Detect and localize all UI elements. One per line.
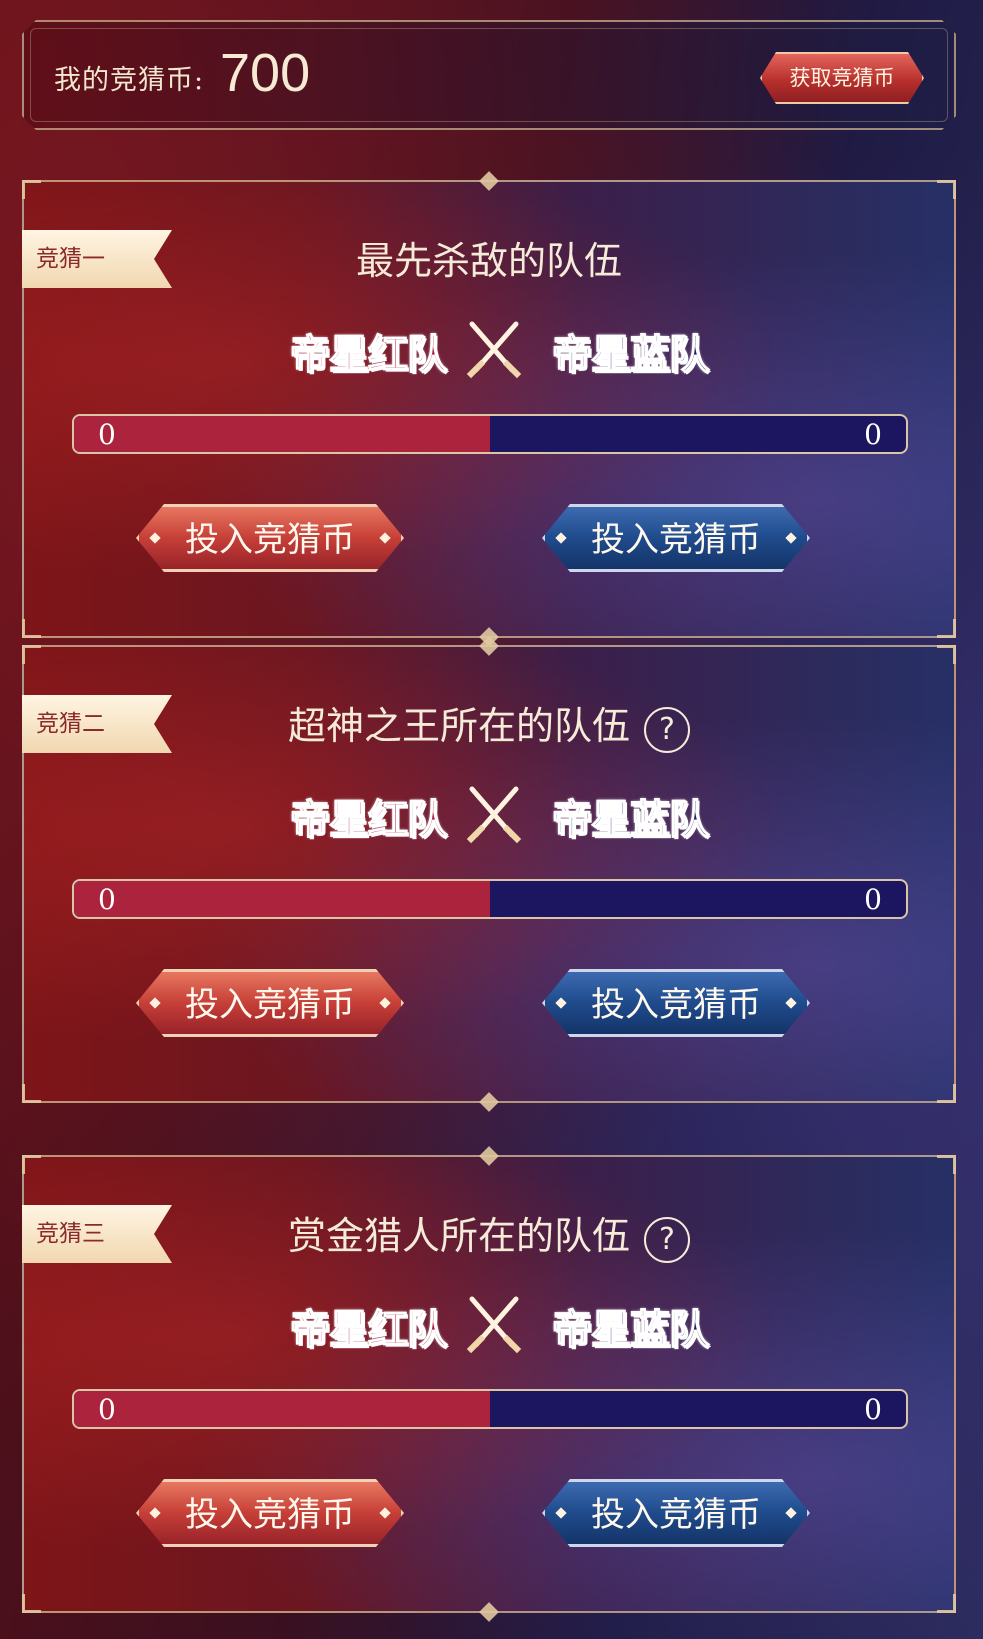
crossed-swords-icon: [466, 786, 522, 844]
corner-ornament: [22, 645, 41, 664]
quiz-card-3: 竞猜三 赏金猎人所在的队伍? 帝星红队 帝星蓝队 0 0 投入竞猜币 投入竞猜币: [22, 1155, 956, 1613]
bet-blue-button[interactable]: 投入竞猜币: [542, 504, 810, 572]
diamond-ornament: [149, 1507, 160, 1518]
bet-progress-bar: 0 0: [72, 1389, 908, 1429]
bet-red-button[interactable]: 投入竞猜币: [136, 969, 404, 1037]
corner-ornament: [22, 619, 41, 638]
diamond-ornament: [149, 532, 160, 543]
quiz-question: 赏金猎人所在的队伍?: [24, 1205, 954, 1263]
corner-ornament: [937, 180, 956, 199]
corner-ornament: [22, 1084, 41, 1103]
teams-row: 帝星红队 帝星蓝队: [24, 1296, 954, 1357]
blue-team-name: 帝星蓝队: [551, 1305, 710, 1354]
red-share-fill: [74, 416, 490, 452]
red-team-name: 帝星红队: [289, 1305, 448, 1354]
diamond-ornament: [785, 1507, 796, 1518]
red-bet-count: 0: [98, 1393, 116, 1426]
bet-red-label: 投入竞猜币: [185, 520, 355, 560]
diamond-ornament: [379, 1507, 390, 1518]
teams-row: 帝星红队 帝星蓝队: [24, 786, 954, 847]
coin-wallet-bar: 我的竞猜币: 700 获取竞猜币: [22, 20, 956, 130]
corner-ornament: [937, 1155, 956, 1174]
help-icon[interactable]: ?: [644, 706, 690, 753]
blue-team-name: 帝星蓝队: [551, 330, 710, 379]
blue-bet-count: 0: [864, 418, 882, 451]
bet-red-label: 投入竞猜币: [185, 1495, 355, 1535]
diamond-ornament: [785, 997, 796, 1008]
diamond-ornament: [555, 532, 566, 543]
bet-red-button[interactable]: 投入竞猜币: [136, 1479, 404, 1547]
quiz-card-2: 竞猜二 超神之王所在的队伍? 帝星红队 帝星蓝队 0 0 投入竞猜币 投入竞猜币: [22, 645, 956, 1103]
red-team-name: 帝星红队: [289, 330, 448, 379]
red-share-fill: [74, 881, 490, 917]
coin-label: 我的竞猜币:: [54, 65, 205, 96]
diamond-ornament: [379, 997, 390, 1008]
crossed-swords-icon: [466, 1296, 522, 1354]
corner-ornament: [937, 1594, 956, 1613]
bet-progress-bar: 0 0: [72, 879, 908, 919]
bet-blue-button[interactable]: 投入竞猜币: [542, 1479, 810, 1547]
crossed-swords-icon: [466, 321, 522, 379]
corner-ornament: [22, 1594, 41, 1613]
corner-ornament: [937, 645, 956, 664]
blue-team-name: 帝星蓝队: [551, 795, 710, 844]
corner-ornament: [22, 180, 41, 199]
get-coins-button[interactable]: 获取竞猜币: [760, 52, 924, 104]
red-bet-count: 0: [98, 418, 116, 451]
bet-red-label: 投入竞猜币: [185, 985, 355, 1025]
coin-balance: 700: [220, 43, 311, 103]
quiz-card-1: 竞猜一 最先杀敌的队伍 帝星红队 帝星蓝队 0 0 投入竞猜币 投入竞猜币: [22, 180, 956, 638]
quiz-question: 超神之王所在的队伍?: [24, 695, 954, 753]
teams-row: 帝星红队 帝星蓝队: [24, 321, 954, 382]
blue-bet-count: 0: [864, 883, 882, 916]
red-bet-count: 0: [98, 883, 116, 916]
blue-bet-count: 0: [864, 1393, 882, 1426]
quiz-question-text: 最先杀敌的队伍: [355, 239, 622, 283]
red-share-fill: [74, 1391, 490, 1427]
corner-ornament: [937, 1084, 956, 1103]
bet-blue-label: 投入竞猜币: [591, 1495, 761, 1535]
bet-blue-button[interactable]: 投入竞猜币: [542, 969, 810, 1037]
diamond-ornament: [379, 532, 390, 543]
quiz-question-text: 超神之王所在的队伍: [287, 704, 630, 748]
quiz-question: 最先杀敌的队伍: [24, 230, 954, 285]
red-team-name: 帝星红队: [289, 795, 448, 844]
diamond-ornament: [785, 532, 796, 543]
bet-blue-label: 投入竞猜币: [591, 520, 761, 560]
corner-ornament: [22, 1155, 41, 1174]
bet-blue-label: 投入竞猜币: [591, 985, 761, 1025]
help-icon[interactable]: ?: [644, 1216, 690, 1263]
diamond-ornament: [555, 1507, 566, 1518]
bet-progress-bar: 0 0: [72, 414, 908, 454]
diamond-ornament: [555, 997, 566, 1008]
diamond-ornament: [149, 997, 160, 1008]
bet-red-button[interactable]: 投入竞猜币: [136, 504, 404, 572]
quiz-question-text: 赏金猎人所在的队伍: [287, 1214, 630, 1258]
corner-ornament: [937, 619, 956, 638]
